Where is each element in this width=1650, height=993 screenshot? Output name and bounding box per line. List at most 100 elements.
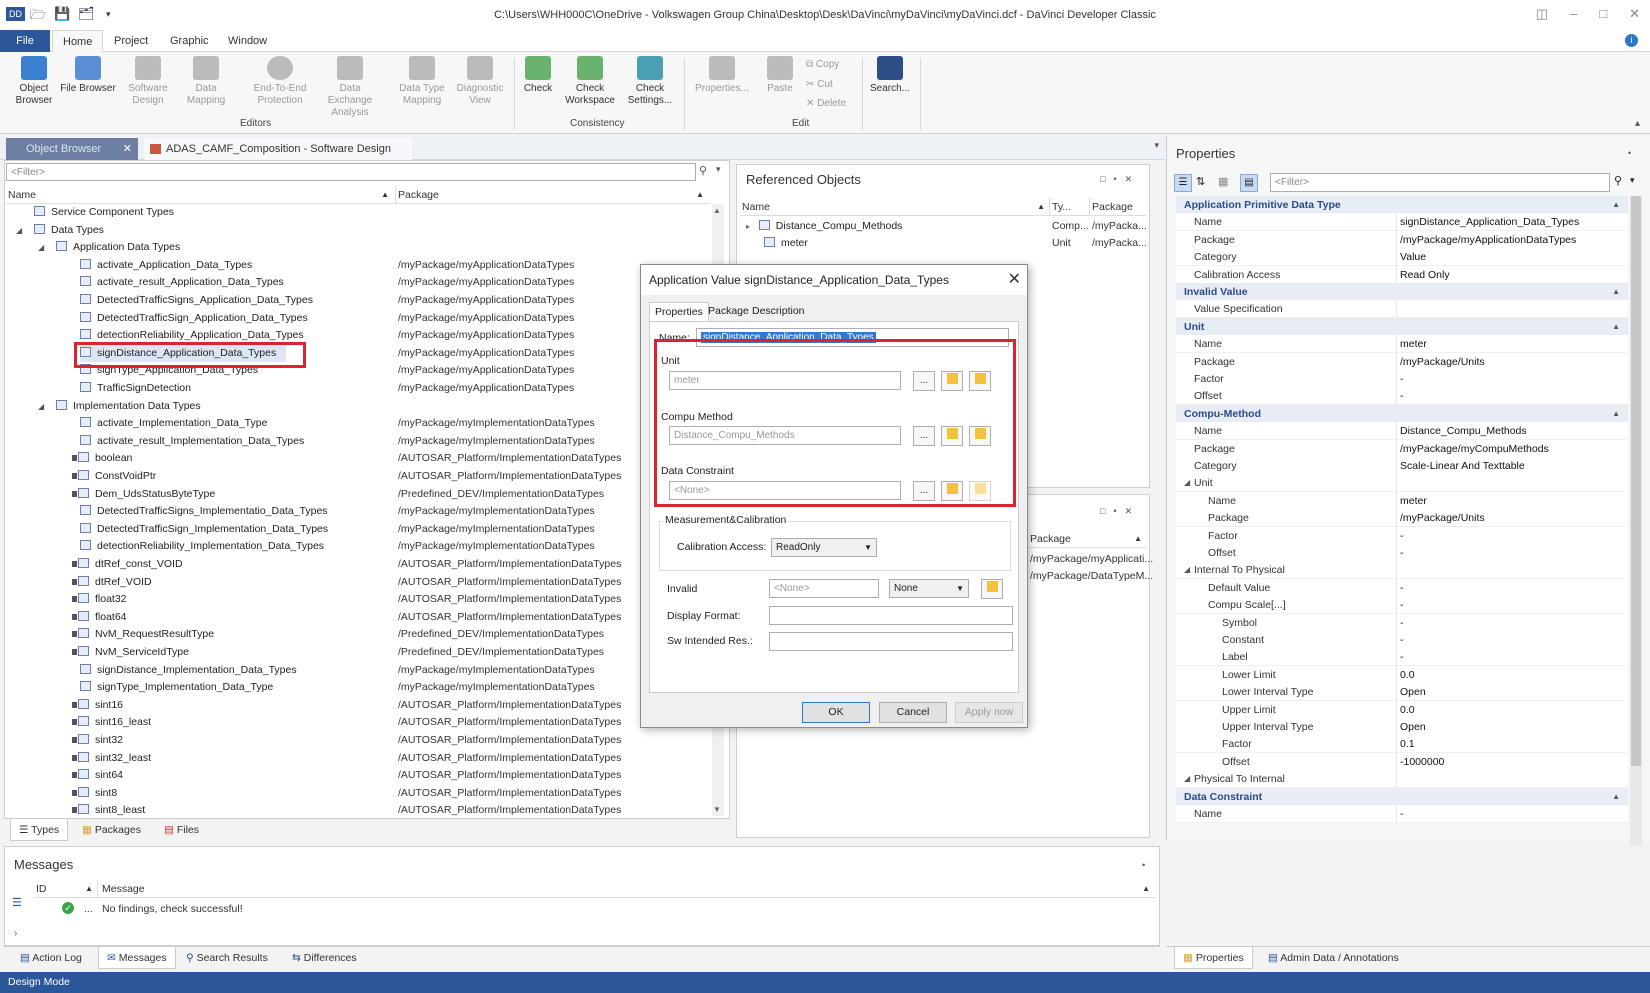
tree-item[interactable]: float32 <box>72 591 127 608</box>
tab-admin-data[interactable]: ▤ Admin Data / Annotations <box>1260 947 1407 969</box>
tree-item[interactable]: activate_result_Application_Data_Types <box>80 274 284 291</box>
menu-home[interactable]: Home <box>52 30 104 52</box>
tree-item[interactable]: DetectedTrafficSigns_Application_Data_Ty… <box>80 292 313 309</box>
tree-item[interactable]: DetectedTrafficSigns_Implementatio_Data_… <box>80 503 328 520</box>
column-header-name[interactable]: Name ▲ <box>6 186 396 204</box>
collapse-icon[interactable]: ▲ <box>1612 405 1620 423</box>
property-row[interactable]: Factor - <box>1176 526 1628 545</box>
property-row[interactable]: Lower Limit 0.0 <box>1176 665 1628 684</box>
property-row[interactable]: Offset - <box>1176 387 1628 406</box>
property-section-header[interactable]: Data Constraint ▲ <box>1176 787 1628 806</box>
property-row[interactable]: Package/myPackage/myCompuMethods <box>1176 439 1628 458</box>
delete-button[interactable]: ✕ Delete <box>806 98 846 109</box>
calibration-access-select[interactable]: ReadOnly ▼ <box>771 538 877 557</box>
property-row[interactable]: Package/myPackage/Units <box>1176 352 1628 371</box>
sw-intended-field[interactable] <box>769 632 1013 651</box>
property-row[interactable]: Package/myPackage/myApplicationDataTypes <box>1176 230 1628 249</box>
apply-now-button[interactable]: Apply now <box>955 702 1023 723</box>
tab-list-dropdown-icon[interactable]: ▾ <box>1154 140 1159 151</box>
expand-icon[interactable]: ◢ <box>1184 770 1190 788</box>
cut-button[interactable]: ✂ Cut <box>806 79 833 90</box>
property-row[interactable]: Name signDistance_Application_Data_Types <box>1176 213 1628 232</box>
tree-item[interactable]: TrafficSignDetection <box>80 380 191 397</box>
collapse-icon[interactable]: ◢ <box>16 222 22 239</box>
dialog-tab-properties[interactable]: Properties <box>649 302 709 321</box>
sort-alpha-icon[interactable]: ⇅ <box>1196 175 1205 188</box>
ref-column-package[interactable]: Package <box>1090 198 1146 216</box>
collapse-icon[interactable]: ▲ <box>1612 283 1620 301</box>
property-row[interactable]: Offset -1000000 <box>1176 752 1628 771</box>
property-row[interactable]: Offset - <box>1176 544 1628 562</box>
messages-toolbar-icon[interactable]: ☰ <box>12 896 22 909</box>
invalid-select[interactable]: None ▼ <box>889 579 969 598</box>
tree-item[interactable]: sint64 <box>72 767 123 784</box>
tree-item[interactable]: ConstVoidPtr <box>72 468 156 485</box>
tree-item[interactable]: dtRef_VOID <box>72 574 152 591</box>
tab-software-design[interactable]: ADAS_CAMF_Composition - Software Design <box>144 138 412 160</box>
property-row[interactable]: Package/myPackage/Units <box>1176 509 1628 528</box>
tree-item[interactable]: sint32 <box>72 732 123 749</box>
collapse-icon[interactable]: ▲ <box>1612 318 1620 336</box>
property-row[interactable]: ◢ Internal To Physical <box>1176 561 1628 580</box>
grid-view-icon[interactable]: ▦ <box>1218 175 1228 188</box>
paste-button[interactable]: Paste <box>752 56 808 95</box>
tree-item[interactable]: activate_Implementation_Data_Type <box>80 415 267 432</box>
tree-item[interactable]: ◢ Implementation Data Types <box>38 398 201 415</box>
close-icon[interactable]: ✕ <box>1008 269 1021 289</box>
pin-icon[interactable]: • <box>1142 860 1145 870</box>
pin-icon[interactable]: • <box>1628 148 1631 158</box>
property-section-header[interactable]: Compu-Method ▲ <box>1176 404 1628 423</box>
property-row[interactable]: Name - <box>1176 805 1628 823</box>
maximize-icon[interactable]: □ <box>1599 6 1607 22</box>
data-type-mapping-button[interactable]: Data Type Mapping <box>392 56 452 107</box>
property-section-header[interactable]: Unit ▲ <box>1176 317 1628 336</box>
menu-project[interactable]: Project <box>104 30 158 52</box>
copy-button[interactable]: ⧉ Copy <box>806 59 839 70</box>
expand-icon[interactable]: ◢ <box>1184 561 1190 579</box>
invalid-field[interactable]: <None> <box>769 579 879 598</box>
object-browser-button[interactable]: Object Browser <box>4 56 64 107</box>
categorized-icon[interactable]: ☰ <box>1174 174 1192 192</box>
tree-item[interactable]: sint16_least <box>72 714 151 731</box>
property-row[interactable]: Factor - <box>1176 370 1628 388</box>
search-button[interactable]: Search... <box>862 56 918 95</box>
scroll-thumb[interactable] <box>1631 196 1641 766</box>
tree-item[interactable]: signDistance_Implementation_Data_Types <box>80 662 297 679</box>
property-row[interactable]: Calibration Access Read Only <box>1176 265 1628 284</box>
list-item[interactable]: meter <box>764 235 808 252</box>
messages-column-id[interactable]: ID ▲ <box>34 880 98 898</box>
menu-graphic[interactable]: Graphic <box>160 30 219 52</box>
property-row[interactable]: Default Value - <box>1176 578 1628 597</box>
data-exchange-button[interactable]: Data Exchange Analysis <box>320 56 380 119</box>
cancel-button[interactable]: Cancel <box>879 702 947 723</box>
property-row[interactable]: ◢ Physical To Internal <box>1176 770 1628 789</box>
tree-item[interactable]: boolean <box>72 450 132 467</box>
tree-item[interactable]: sint8 <box>72 785 117 802</box>
tree-item[interactable]: float64 <box>72 609 127 626</box>
panel-controls[interactable]: □•✕ <box>1100 174 1140 185</box>
property-row[interactable]: Symbol - <box>1176 613 1628 632</box>
panel-controls[interactable]: □•✕ <box>1100 506 1140 517</box>
object-browser-filter-input[interactable]: <Filter> <box>6 163 696 181</box>
tab-packages[interactable]: ▦ Packages <box>74 819 149 841</box>
property-pages-icon[interactable]: ▤ <box>1240 174 1258 192</box>
expand-icon[interactable]: ◢ <box>1184 474 1190 492</box>
tree-item[interactable]: ◢ Data Types <box>16 222 104 239</box>
ref-column-type[interactable]: Ty... <box>1050 198 1090 216</box>
tree-item[interactable]: DetectedTrafficSign_Implementation_Data_… <box>80 521 328 538</box>
end-to-end-button[interactable]: End-To-End Protection <box>250 56 310 107</box>
property-row[interactable]: ◢ Unit <box>1176 474 1628 493</box>
collapse-icon[interactable]: ▲ <box>1612 788 1620 806</box>
property-row[interactable]: Lower Interval Type Open <box>1176 683 1628 702</box>
software-design-button[interactable]: Software Design <box>118 56 178 107</box>
tree-item[interactable]: detectionReliability_Implementation_Data… <box>80 538 324 555</box>
data-mapping-button[interactable]: Data Mapping <box>176 56 236 107</box>
property-row[interactable]: Category Value <box>1176 248 1628 267</box>
collapse-icon[interactable]: ◢ <box>38 239 44 256</box>
tab-differences[interactable]: ⇆ Differences <box>284 947 365 969</box>
collapse-icon[interactable]: ▲ <box>1612 196 1620 214</box>
tree-item[interactable]: sint32_least <box>72 750 151 767</box>
property-row[interactable]: Label - <box>1176 648 1628 667</box>
property-section-header[interactable]: Invalid Value ▲ <box>1176 283 1628 301</box>
property-row[interactable]: Name meter <box>1176 491 1628 510</box>
